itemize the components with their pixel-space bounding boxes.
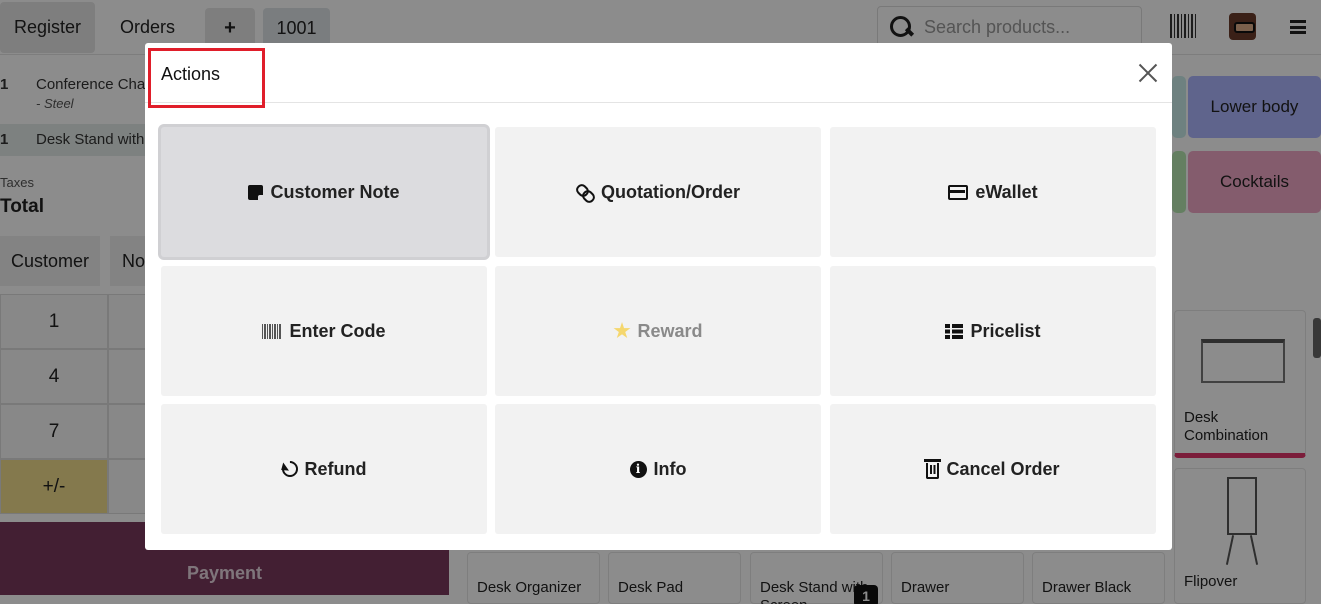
barcode-icon: [262, 323, 283, 339]
credit-card-icon: [948, 184, 969, 200]
ewallet-button[interactable]: eWallet: [830, 127, 1156, 257]
close-icon[interactable]: [1138, 63, 1158, 83]
star-icon: ★: [613, 320, 631, 342]
refund-button[interactable]: Refund: [161, 404, 487, 534]
sticky-note-icon: [248, 184, 264, 200]
info-button[interactable]: i Info: [495, 404, 821, 534]
action-label: Customer Note: [270, 181, 400, 202]
info-icon: i: [629, 460, 647, 478]
action-label: Info: [653, 458, 687, 479]
quotation-order-button[interactable]: Quotation/Order: [495, 127, 821, 257]
list-icon: [945, 323, 964, 339]
title-highlight-box: [148, 48, 265, 108]
action-label: Enter Code: [289, 320, 386, 341]
action-label: Cancel Order: [946, 458, 1060, 479]
cancel-order-button[interactable]: Cancel Order: [830, 404, 1156, 534]
pricelist-button[interactable]: Pricelist: [830, 266, 1156, 396]
action-label: Refund: [304, 458, 367, 479]
undo-icon: [278, 457, 301, 481]
trash-icon: [924, 459, 942, 479]
action-label: eWallet: [975, 181, 1038, 202]
actions-dialog: Actions Customer Note Quotation/Order eW…: [145, 43, 1172, 550]
action-label: Pricelist: [970, 320, 1041, 341]
dialog-header: Actions: [145, 43, 1172, 103]
link-icon: [576, 183, 594, 201]
action-label: Quotation/Order: [601, 181, 740, 202]
enter-code-button[interactable]: Enter Code: [161, 266, 487, 396]
reward-button[interactable]: ★ Reward: [495, 266, 821, 396]
customer-note-button[interactable]: Customer Note: [161, 127, 487, 257]
action-label: Reward: [637, 320, 703, 341]
